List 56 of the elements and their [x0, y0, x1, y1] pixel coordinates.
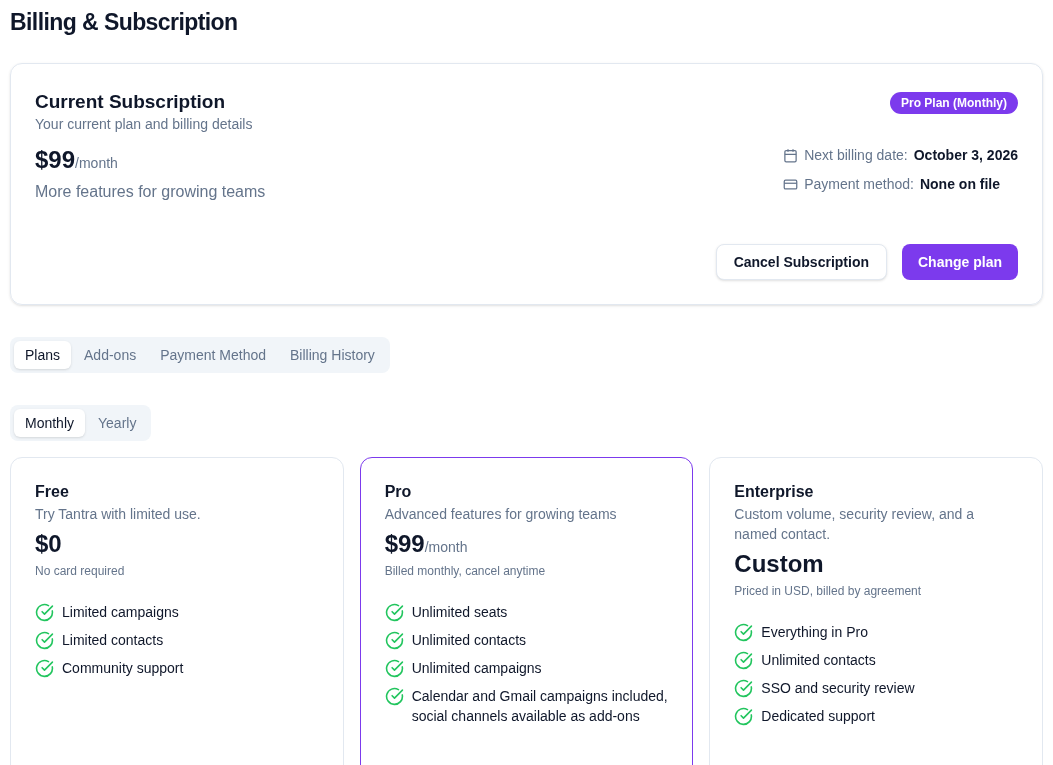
plan-name: Free [35, 482, 70, 502]
tab[interactable]: Plans [14, 341, 72, 369]
plan-price: $0 [35, 529, 62, 559]
plan-description: More features for growing teams [35, 182, 266, 202]
tab[interactable]: Add-ons [73, 341, 148, 369]
check-circle-icon [734, 707, 754, 726]
plan-badge: Pro Plan (Monthly) [890, 92, 1018, 114]
toggle-option[interactable]: Monthly [14, 409, 86, 437]
detail-value: October 3, 2026 [913, 146, 1018, 165]
feature-text: Unlimited contacts [411, 631, 527, 650]
plan-description: Advanced features for growing teams [384, 505, 618, 524]
check-circle-icon [35, 603, 54, 622]
check-circle-icon [384, 631, 404, 650]
card-subtitle: Your current plan and billing details [35, 115, 253, 134]
feature-text: Limited campaigns [62, 603, 179, 622]
check-circle-icon [384, 659, 404, 678]
check-circle-icon [35, 631, 54, 650]
check-circle-icon [384, 687, 404, 706]
cancel-subscription-button[interactable]: Cancel Subscription [715, 244, 887, 280]
feature-text: Limited contacts [62, 631, 164, 650]
plan-name: Enterprise [734, 482, 815, 502]
price-period: /month [424, 539, 468, 557]
page-title: Billing & Subscription [10, 8, 239, 36]
feature-text: Unlimited campaigns [411, 659, 542, 678]
feature-text: Community support [62, 659, 184, 678]
plan-note: Priced in USD, billed by agreement [734, 583, 923, 600]
check-circle-icon [384, 603, 404, 622]
plan-price: $99 [384, 529, 425, 559]
detail-value: None on file [919, 175, 1001, 194]
feature-text: SSO and security review [761, 679, 915, 698]
feature-text: Unlimited seats [411, 603, 508, 622]
plan-note: Billed monthly, cancel anytime [384, 563, 547, 580]
price-period: /month [75, 155, 118, 173]
change-plan-button[interactable]: Change plan [902, 244, 1018, 280]
feature-text: Dedicated support [761, 707, 875, 726]
card-title: Current Subscription [35, 90, 226, 114]
feature-text: Unlimited contacts [761, 651, 876, 670]
plan-price: Custom [734, 549, 824, 579]
credit-card-icon [783, 177, 799, 192]
check-circle-icon [734, 679, 754, 698]
feature-text: Calendar and Gmail campaigns included, social channels available as add-ons [411, 687, 669, 726]
feature-text: Everything in Pro [761, 623, 868, 642]
price: $99 [35, 145, 76, 175]
tab[interactable]: Payment Method [149, 341, 278, 369]
plan-description: Custom volume, security review, and a named contact. [734, 505, 975, 544]
tab[interactable]: Billing History [279, 341, 386, 369]
check-circle-icon [734, 651, 754, 670]
plan-name: Pro [384, 482, 413, 502]
plan-description: Try Tantra with limited use. [35, 505, 202, 524]
calendar-icon [783, 148, 799, 163]
toggle-option[interactable]: Yearly [87, 409, 148, 437]
check-circle-icon [734, 623, 754, 642]
check-circle-icon [35, 659, 54, 678]
detail-label: Next billing date: [804, 146, 908, 165]
detail-label: Payment method: [804, 175, 914, 194]
plan-note: No card required [35, 563, 126, 580]
